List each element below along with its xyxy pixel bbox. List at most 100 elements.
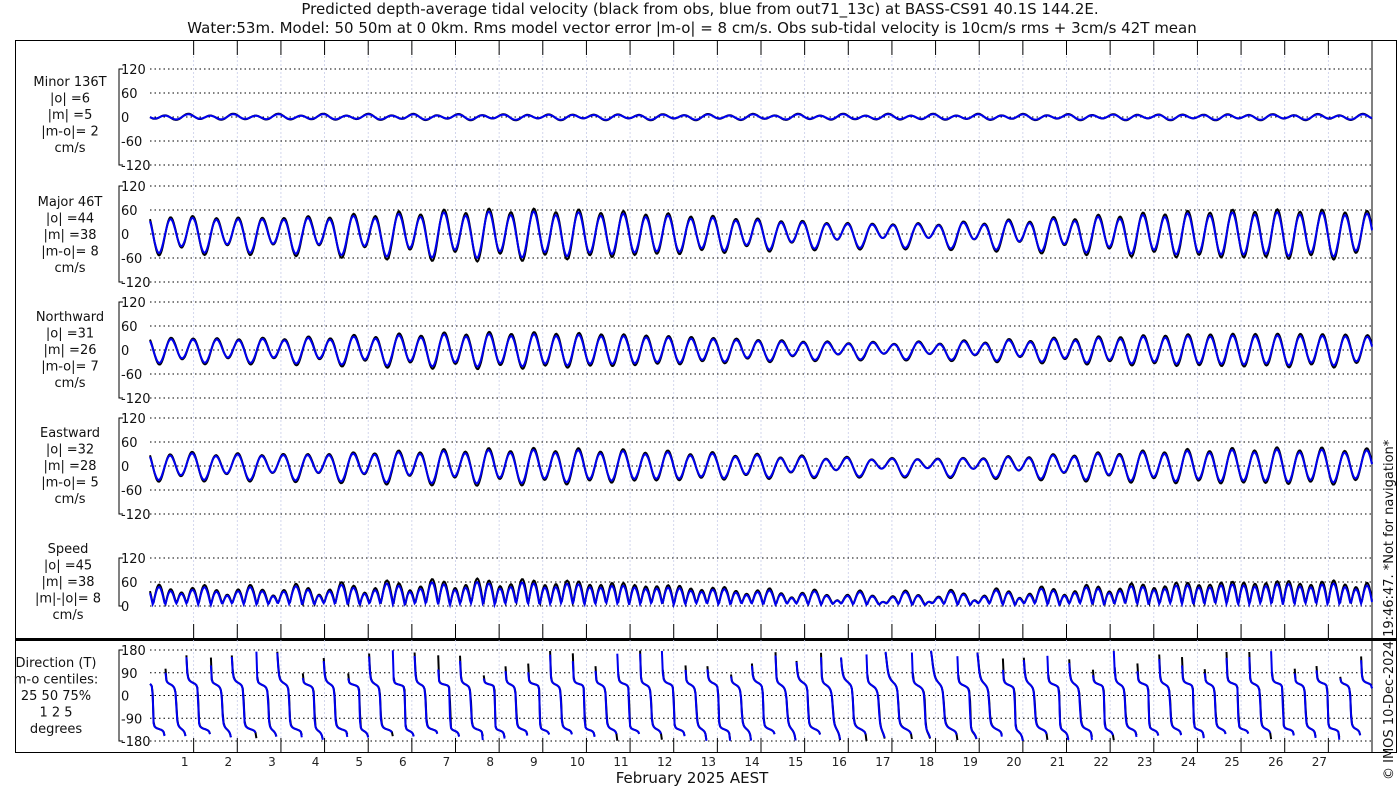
x-tick-label: 4 <box>312 755 320 769</box>
panel-label-line: |m-o|= 5 <box>41 476 99 491</box>
panel-label-line: |m|-|o|= 8 <box>35 592 101 607</box>
y-tick-label: 0 <box>121 600 129 615</box>
panel-label-line: |m| =26 <box>44 343 97 358</box>
y-tick-label: 60 <box>121 204 138 219</box>
y-tick-label: -120 <box>121 159 151 174</box>
panel-label-line: |m| =28 <box>44 459 97 474</box>
panel-label-line: Eastward <box>40 426 100 441</box>
panel-minor: Minor 136T |o| =6|m| =5 |m-o|= 2cm/s 120 60 0… <box>33 63 1373 174</box>
y-tick-label: 60 <box>121 436 138 451</box>
x-tick-label: 16 <box>832 755 847 769</box>
y-tick-label: 60 <box>121 576 138 591</box>
x-tick-label: 23 <box>1137 755 1152 769</box>
x-tick-label: 1 <box>181 755 189 769</box>
panel-label-line: |o| =32 <box>46 443 94 458</box>
panel-label-line: cm/s <box>55 141 86 156</box>
x-tick-label: 17 <box>875 755 890 769</box>
panel-dir: Direction (T) m-o centiles:25 50 75% 1 2 5… <box>14 644 1373 750</box>
panel-label-line: |m| =38 <box>42 575 95 590</box>
panel-east: Eastward |o| =32|m| =28 |m-o|= 5cm/s 120 60 0… <box>40 412 1373 523</box>
panel-major: Major 46T |o| =44|m| =38 |m-o|= 8cm/s 120 60… <box>38 180 1373 291</box>
panel-label-line: |o| =6 <box>50 92 90 107</box>
x-tick-label: 22 <box>1094 755 1109 769</box>
y-tick-label: 60 <box>121 320 138 335</box>
y-tick-label: -60 <box>121 368 142 383</box>
y-tick-label: 60 <box>121 87 138 102</box>
panel-label-line: |m-o|= 8 <box>41 245 99 260</box>
x-tick-label: 24 <box>1181 755 1196 769</box>
x-axis-label: February 2025 AEST <box>616 769 769 787</box>
y-tick-label: 0 <box>121 111 129 126</box>
x-tick-label: 12 <box>657 755 672 769</box>
tidal-velocity-chart: Predicted depth-average tidal velocity (… <box>14 0 1397 787</box>
x-tick-label: 6 <box>399 755 407 769</box>
y-tick-label: -60 <box>121 135 142 150</box>
chart-title-line2: Water:53m. Model: 50 50m at 0 0km. Rms m… <box>187 19 1196 37</box>
panel-label-line: Direction (T) <box>16 656 97 671</box>
y-tick-label: -90 <box>121 712 142 727</box>
panel-label-line: |m-o|= 7 <box>41 360 99 375</box>
x-tick-label: 27 <box>1312 755 1327 769</box>
series-model-east <box>149 448 1373 485</box>
x-tick-label: 14 <box>744 755 759 769</box>
panel-label-line: cm/s <box>55 492 86 507</box>
x-tick-label: 7 <box>443 755 451 769</box>
y-tick-label: 120 <box>121 552 146 567</box>
panel-label-line: 25 50 75% <box>21 689 91 704</box>
x-tick-label: 3 <box>268 755 276 769</box>
panel-label-line: degrees <box>30 722 83 737</box>
panel-speed: Speed |o| =45|m| =38 |m|-|o|= 8cm/s 120 60 0 <box>35 542 1373 623</box>
x-tick-label: 11 <box>613 755 628 769</box>
y-tick-label: -60 <box>121 484 142 499</box>
y-tick-label: 120 <box>121 412 146 427</box>
x-tick-label: 15 <box>788 755 803 769</box>
series-model-minor <box>149 113 1373 121</box>
panel-label-line: cm/s <box>55 376 86 391</box>
y-tick-label: 120 <box>121 180 146 195</box>
y-tick-label: 0 <box>121 690 129 705</box>
y-tick-label: -120 <box>121 508 151 523</box>
panel-label-line: Northward <box>36 310 104 325</box>
panel-label-line: |o| =31 <box>46 327 94 342</box>
x-tick-label: 8 <box>486 755 494 769</box>
x-tick-label: 25 <box>1224 755 1239 769</box>
x-tick-label: 13 <box>701 755 716 769</box>
chart-title-line1: Predicted depth-average tidal velocity (… <box>301 0 1098 19</box>
main-frame <box>15 40 1397 639</box>
watermark-text: © IMOS 10-Dec-2024 19:46:47. *Not for na… <box>1382 439 1397 780</box>
y-tick-label: 0 <box>121 228 129 243</box>
panel-label-line: 1 2 5 <box>39 706 72 721</box>
panel-label-line: Speed <box>48 542 89 557</box>
panel-label-line: |m| =5 <box>48 108 93 123</box>
panel-label-line: |m-o|= 2 <box>41 125 99 140</box>
y-tick-label: 90 <box>121 667 138 682</box>
x-tick-label: 21 <box>1050 755 1065 769</box>
x-tick-label: 9 <box>530 755 538 769</box>
y-tick-label: 0 <box>121 460 129 475</box>
panel-label-line: cm/s <box>53 608 84 623</box>
panel-label-line: Major 46T <box>38 195 103 210</box>
panel-label-line: cm/s <box>55 261 86 276</box>
y-tick-label: -120 <box>121 276 151 291</box>
panel-north: Northward |o| =31|m| =26 |m-o|= 7cm/s 120 60… <box>36 296 1373 407</box>
panel-label-line: |o| =45 <box>44 559 92 574</box>
x-tick-label: 26 <box>1268 755 1283 769</box>
x-tick-label: 2 <box>224 755 232 769</box>
y-tick-label: -180 <box>121 735 151 750</box>
y-tick-label: 120 <box>121 63 146 78</box>
x-tick-label: 19 <box>963 755 978 769</box>
series-model-major <box>149 210 1373 260</box>
y-tick-label: 180 <box>121 644 146 659</box>
series-model-dir <box>149 650 1373 742</box>
panel-label-line: m-o centiles: <box>14 673 99 688</box>
panel-label-line: Minor 136T <box>33 75 106 90</box>
panel-label-line: |o| =44 <box>46 212 94 227</box>
x-tick-label: 5 <box>355 755 363 769</box>
x-tick-label: 20 <box>1006 755 1021 769</box>
y-tick-label: -60 <box>121 252 142 267</box>
panel-label-line: |m| =38 <box>44 228 97 243</box>
y-tick-label: 0 <box>121 344 129 359</box>
x-tick-label: 18 <box>919 755 934 769</box>
y-tick-label: -120 <box>121 392 151 407</box>
x-tick-label: 10 <box>570 755 585 769</box>
